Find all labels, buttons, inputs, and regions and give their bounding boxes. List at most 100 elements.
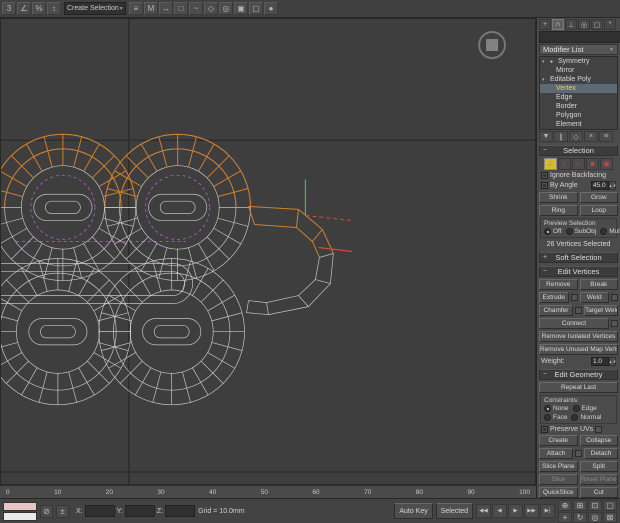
- chamfer-settings-icon[interactable]: [575, 307, 582, 314]
- tab-motion[interactable]: ◎: [578, 19, 590, 30]
- next-frame-icon[interactable]: ▶▶: [524, 504, 539, 518]
- rollout-edit-geometry[interactable]: − Edit Geometry: [539, 369, 618, 380]
- remove-unused-map-verts-button[interactable]: Remove Unused Map Verts: [539, 344, 618, 355]
- show-end-result-icon[interactable]: ∥: [554, 131, 568, 142]
- auto-key-button[interactable]: Auto Key: [394, 503, 432, 519]
- target-weld-button[interactable]: Target Weld: [584, 305, 618, 316]
- weight-value[interactable]: 1.0: [591, 357, 609, 366]
- border-mode-icon[interactable]: ○: [572, 158, 585, 170]
- zoom-icon[interactable]: ⊕: [558, 500, 572, 511]
- cut-button[interactable]: Cut: [580, 487, 619, 498]
- stack-item-editable-poly[interactable]: ▾ Editable Poly: [540, 75, 617, 84]
- tab-hierarchy[interactable]: ⊥: [565, 19, 577, 30]
- by-angle-checkbox[interactable]: By Angle 45.0 ▲▼: [541, 181, 618, 190]
- constraint-none-radio[interactable]: None: [544, 405, 569, 412]
- stack-item-element[interactable]: Element: [540, 120, 617, 129]
- named-selection-set-field[interactable]: Create Selection ▼: [64, 2, 126, 15]
- selection-lock-icon[interactable]: ⊘: [40, 505, 53, 518]
- shrink-button[interactable]: Shrink: [539, 192, 578, 203]
- key-filter-dropdown[interactable]: Selected: [436, 503, 473, 519]
- spinner-snap-icon[interactable]: ↕: [47, 2, 61, 15]
- material-editor-icon[interactable]: ◎: [219, 2, 233, 15]
- maxscript-mini-listener[interactable]: [3, 502, 37, 521]
- weld-settings-icon[interactable]: [611, 294, 618, 301]
- rollout-selection[interactable]: − Selection: [539, 145, 618, 156]
- align-icon[interactable]: ↔: [159, 2, 173, 15]
- z-coordinate-field[interactable]: [165, 505, 195, 517]
- x-coordinate-field[interactable]: [85, 505, 115, 517]
- constraint-normal-radio[interactable]: Normal: [571, 414, 601, 421]
- preview-off-radio[interactable]: Off: [544, 228, 562, 235]
- vertex-mode-icon[interactable]: ∴: [544, 158, 557, 170]
- go-to-end-icon[interactable]: ▶|: [540, 504, 555, 518]
- create-button[interactable]: Create: [539, 435, 578, 446]
- remove-button[interactable]: Remove: [539, 279, 578, 290]
- rendered-frame-icon[interactable]: ▢: [249, 2, 263, 15]
- spinner-arrows-icon[interactable]: ▲▼: [609, 357, 616, 366]
- extrude-settings-icon[interactable]: [571, 294, 578, 301]
- collapse-button[interactable]: Collapse: [580, 435, 619, 446]
- edge-mode-icon[interactable]: /: [558, 158, 571, 170]
- render-icon[interactable]: ●: [264, 2, 278, 15]
- pan-icon[interactable]: +: [558, 512, 572, 523]
- graph-editor-icon[interactable]: ~: [189, 2, 203, 15]
- stack-item-edge[interactable]: Edge: [540, 93, 617, 102]
- preserve-uvs-settings-icon[interactable]: [595, 426, 602, 433]
- stack-item-mirror[interactable]: Mirror: [540, 66, 617, 75]
- snaps-toggle-icon[interactable]: 3: [2, 2, 16, 15]
- zoom-all-icon[interactable]: ⊞: [573, 500, 587, 511]
- previous-frame-icon[interactable]: ◀: [492, 504, 507, 518]
- repeat-last-button[interactable]: Repeat Last: [539, 382, 618, 393]
- make-unique-icon[interactable]: ◇: [569, 131, 583, 142]
- y-coordinate-field[interactable]: [125, 505, 155, 517]
- listener-macro-line[interactable]: [3, 502, 37, 511]
- stack-item-vertex[interactable]: Vertex: [540, 84, 617, 93]
- absolute-mode-icon[interactable]: ±: [56, 505, 69, 518]
- remove-modifier-icon[interactable]: ×: [584, 131, 598, 142]
- schematic-view-icon[interactable]: ◇: [204, 2, 218, 15]
- constraint-edge-radio[interactable]: Edge: [573, 405, 597, 412]
- edit-named-selections-icon[interactable]: ≡: [129, 2, 143, 15]
- polygon-mode-icon[interactable]: ■: [586, 158, 599, 170]
- rollout-soft-selection[interactable]: + Soft Selection: [539, 252, 618, 263]
- mirror-icon[interactable]: M: [144, 2, 158, 15]
- weld-button[interactable]: Weld: [580, 292, 610, 303]
- loop-button[interactable]: Loop: [580, 205, 619, 216]
- extrude-button[interactable]: Extrude: [539, 292, 569, 303]
- track-bar[interactable]: 0102030405060708090100: [0, 485, 536, 498]
- preserve-uvs-checkbox[interactable]: Preserve UVs: [541, 426, 618, 433]
- ring-button[interactable]: Ring: [539, 205, 578, 216]
- quickslice-button[interactable]: QuickSlice: [539, 487, 578, 498]
- constraint-face-radio[interactable]: Face: [544, 414, 567, 421]
- by-angle-value[interactable]: 45.0: [591, 181, 609, 190]
- object-name-field[interactable]: [539, 31, 620, 43]
- viewport-navigation-widget[interactable]: [479, 32, 505, 58]
- expand-icon[interactable]: ▾: [542, 77, 548, 83]
- connect-settings-icon[interactable]: [611, 320, 618, 327]
- slice-button[interactable]: Slice: [539, 474, 578, 485]
- break-button[interactable]: Break: [580, 279, 619, 290]
- element-mode-icon[interactable]: ▣: [600, 158, 613, 170]
- percent-snap-icon[interactable]: %: [32, 2, 46, 15]
- render-setup-icon[interactable]: ▣: [234, 2, 248, 15]
- zoom-region-icon[interactable]: ▢: [603, 500, 617, 511]
- remove-isolated-vertices-button[interactable]: Remove Isolated Vertices: [539, 331, 618, 342]
- modifier-visibility-icon[interactable]: ●: [550, 59, 556, 65]
- slice-plane-button[interactable]: Slice Plane: [539, 461, 578, 472]
- split-button[interactable]: Split: [580, 461, 619, 472]
- tab-create[interactable]: +: [539, 19, 551, 30]
- ignore-backfacing-checkbox[interactable]: Ignore Backfacing: [541, 172, 618, 179]
- connect-button[interactable]: Connect: [539, 318, 609, 329]
- orbit-icon[interactable]: ↻: [573, 512, 587, 523]
- fov-icon[interactable]: ◎: [588, 512, 602, 523]
- stack-item-polygon[interactable]: Polygon: [540, 111, 617, 120]
- tab-utilities[interactable]: *: [604, 19, 616, 30]
- listener-script-line[interactable]: [3, 512, 37, 521]
- tab-modify[interactable]: ∩: [552, 19, 564, 30]
- expand-icon[interactable]: ▾: [542, 59, 548, 65]
- attach-button[interactable]: Attach: [539, 448, 573, 459]
- spinner-arrows-icon[interactable]: ▲▼: [609, 181, 616, 190]
- maximize-viewport-icon[interactable]: ⊠: [603, 512, 617, 523]
- attach-settings-icon[interactable]: [575, 450, 582, 457]
- layer-manager-icon[interactable]: □: [174, 2, 188, 15]
